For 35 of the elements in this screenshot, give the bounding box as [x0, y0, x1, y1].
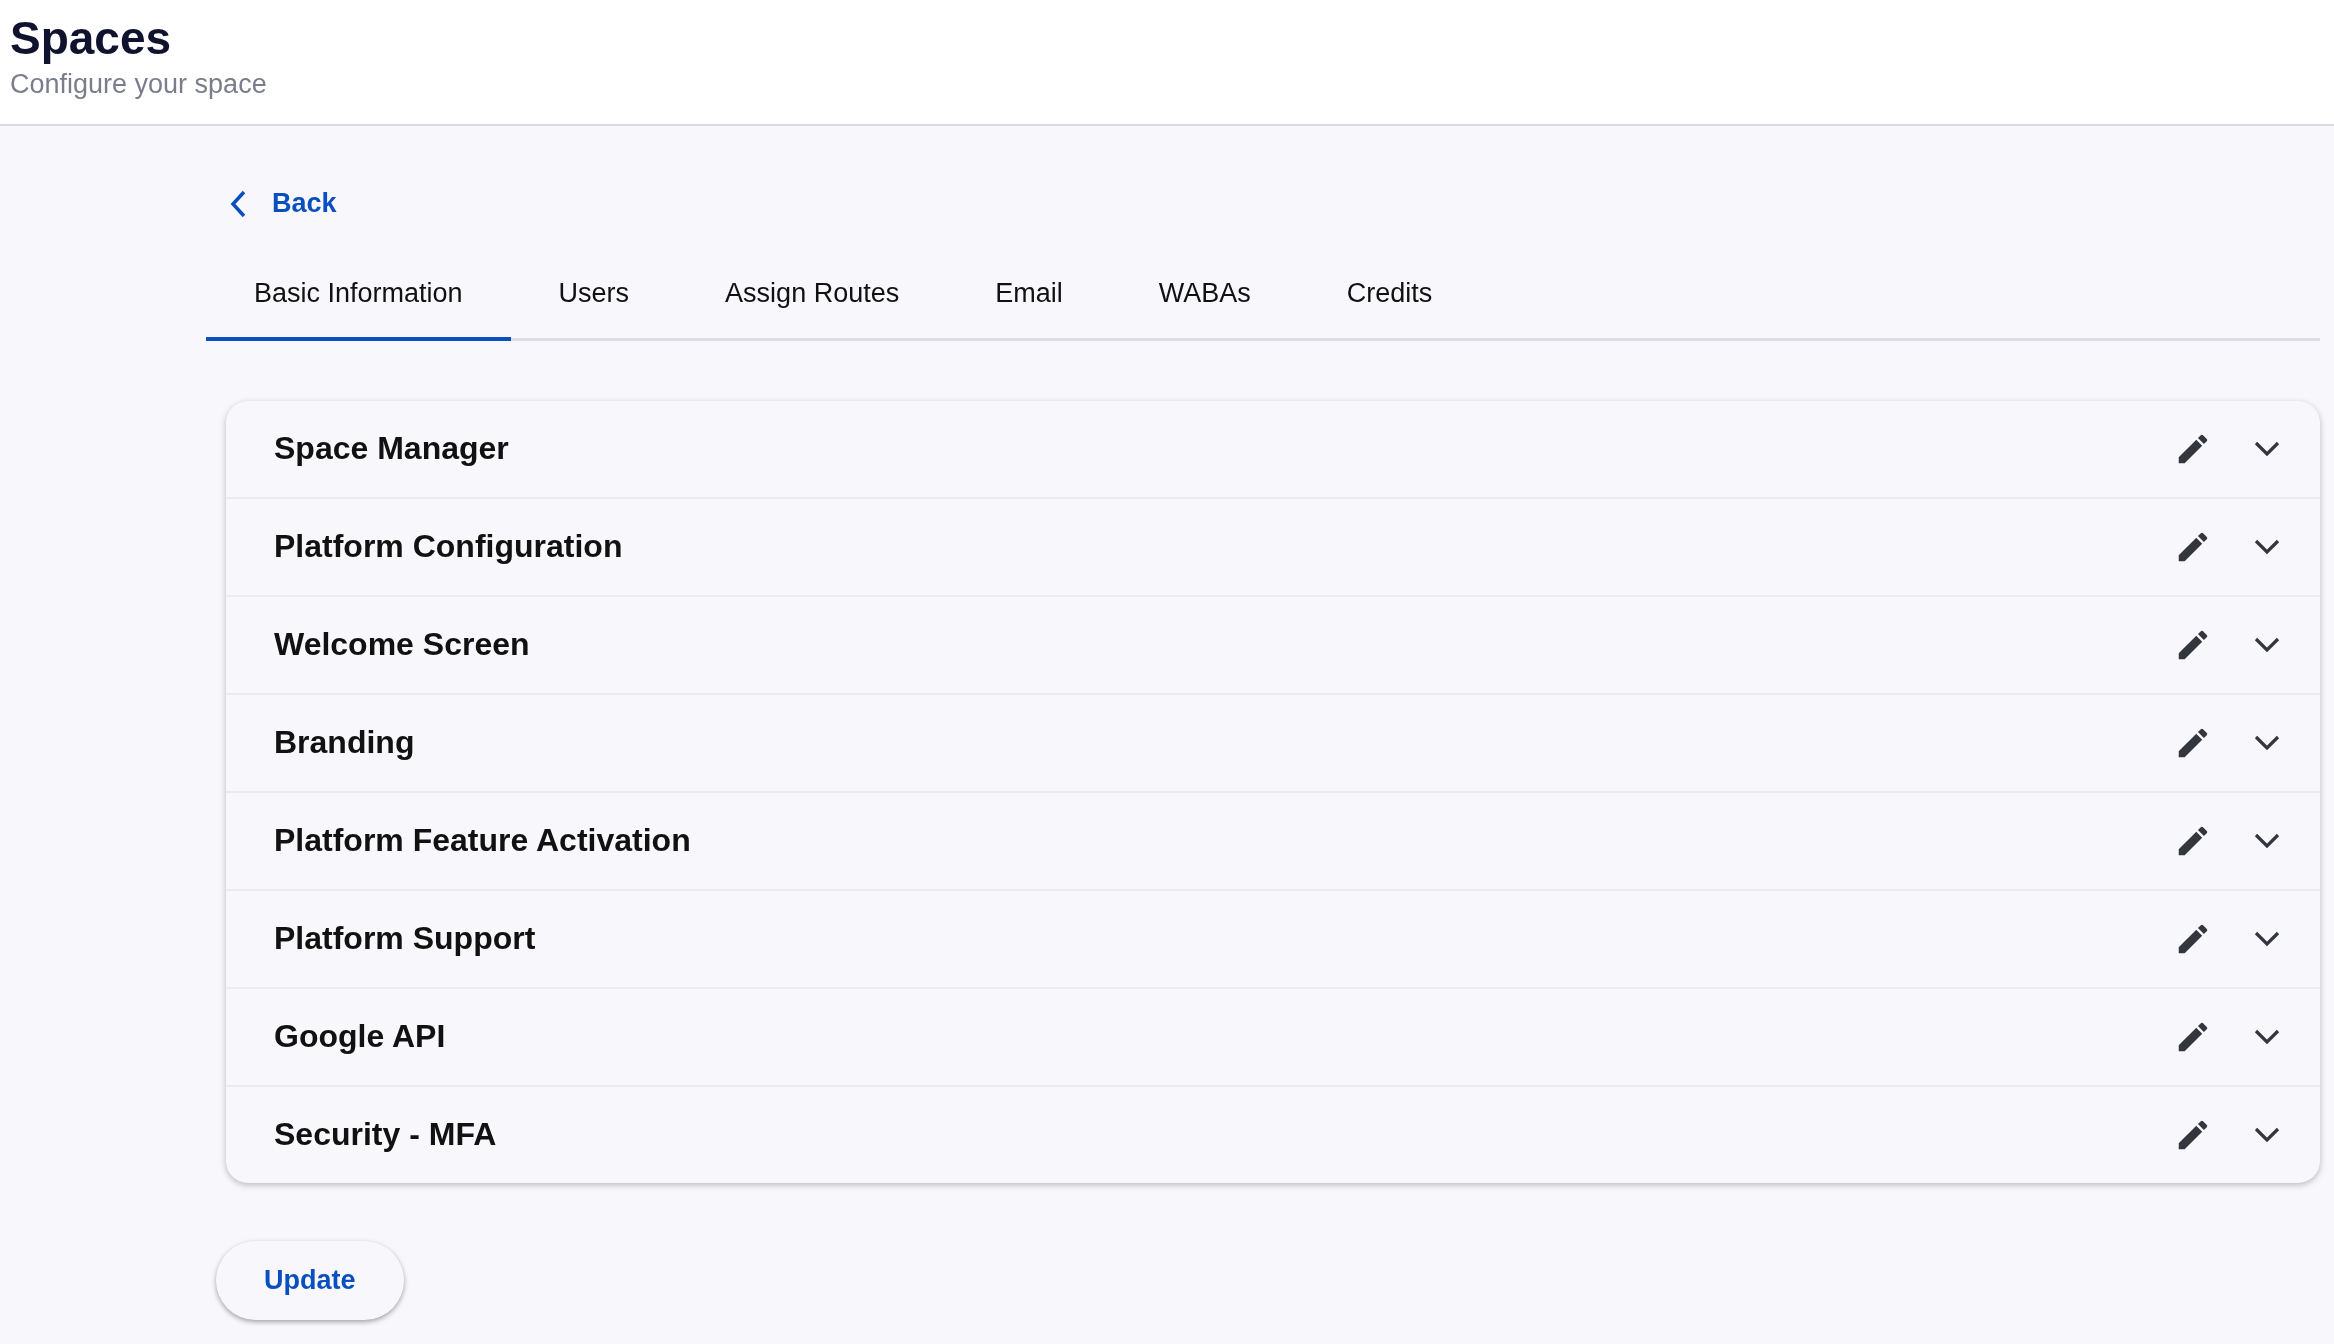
update-button[interactable]: Update: [216, 1240, 404, 1320]
tab[interactable]: Email: [947, 255, 1111, 341]
accordion-row[interactable]: Branding: [226, 692, 2320, 791]
page-subtitle: Configure your space: [10, 68, 267, 101]
chevron-icon[interactable]: [2254, 930, 2280, 947]
chevron-left-icon: [230, 189, 246, 218]
chevron-icon[interactable]: [2254, 538, 2280, 555]
section-title: Platform Support: [274, 920, 537, 957]
section-title: Space Manager: [274, 430, 510, 467]
tab[interactable]: Users: [510, 255, 678, 341]
accordion-row[interactable]: Security - MFA: [226, 1084, 2320, 1183]
chevron-icon[interactable]: [2254, 1126, 2280, 1143]
page-title: Spaces: [10, 11, 172, 66]
section-title: Security - MFA: [274, 1116, 498, 1153]
chevron-icon[interactable]: [2254, 440, 2280, 457]
chevron-icon[interactable]: [2254, 734, 2280, 751]
accordion-row[interactable]: Space Manager: [226, 400, 2320, 497]
tab[interactable]: Assign Routes: [677, 255, 948, 341]
accordion-row[interactable]: Google API: [226, 986, 2320, 1085]
accordion-row[interactable]: Platform Support: [226, 888, 2320, 987]
section-title: Google API: [274, 1018, 447, 1055]
tab[interactable]: WABAs: [1110, 255, 1299, 341]
section-title: Platform Feature Activation: [274, 822, 692, 859]
accordion-row[interactable]: Welcome Screen: [226, 594, 2320, 693]
chevron-icon[interactable]: [2254, 1028, 2280, 1045]
accordion-row[interactable]: Platform Feature Activation: [226, 790, 2320, 889]
back-link[interactable]: Back: [230, 188, 337, 219]
section-title: Platform Configuration: [274, 528, 624, 565]
accordion-row[interactable]: Platform Configuration: [226, 496, 2320, 595]
chevron-icon[interactable]: [2254, 832, 2280, 849]
tab[interactable]: Basic Information: [206, 255, 511, 341]
tab[interactable]: Credits: [1298, 255, 1481, 341]
chevron-icon[interactable]: [2254, 636, 2280, 653]
section-title: Branding: [274, 724, 416, 761]
section-title: Welcome Screen: [274, 626, 531, 663]
